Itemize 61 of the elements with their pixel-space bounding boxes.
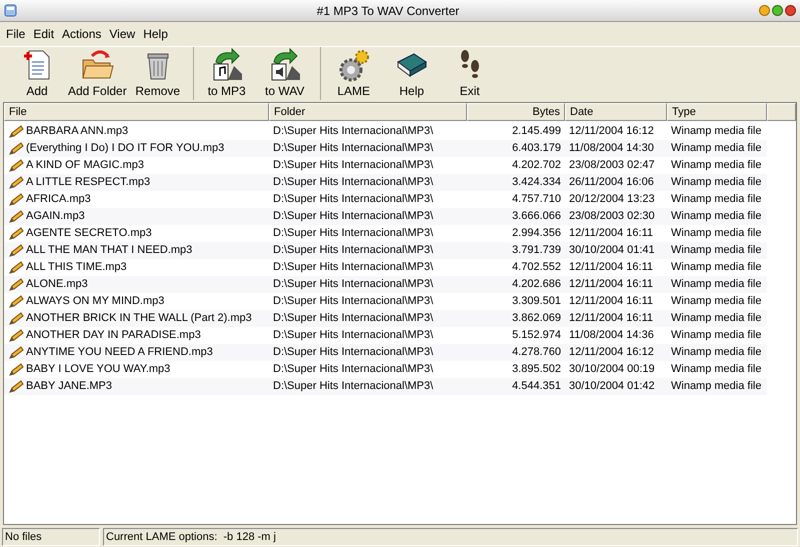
toolbar-button[interactable]: Exit [440,48,499,100]
column-header[interactable]: Bytes [467,103,565,121]
menu-item[interactable]: File [2,25,30,43]
column-header[interactable]: File [4,103,269,121]
table-cell: 3.791.739 [467,242,565,259]
toolbar-button[interactable]: Add Folder [66,48,129,100]
table-cell: ALONE.mp3 [4,276,269,293]
table-cell: 12/11/2004 16:11 [565,276,667,293]
menu-item[interactable]: Edit [29,25,58,43]
toolbar-button[interactable]: to WAV [256,48,314,100]
status-panel: No files [2,528,100,546]
table-cell: A LITTLE RESPECT.mp3 [4,174,269,191]
table-cell: D:\Super Hits Internacional\MP3\ [269,208,467,225]
status-panel: Current LAME options: -b 128 -m j [103,528,798,546]
table-cell: Winamp media file [667,378,767,395]
table-cell: D:\Super Hits Internacional\MP3\ [269,310,467,327]
column-header[interactable]: Date [565,103,667,121]
toolbar-button[interactable]: Add [8,48,66,100]
table-cell: 4.544.351 [467,378,565,395]
table-cell: 12/11/2004 16:11 [565,310,667,327]
table-cell: 23/08/2003 02:30 [565,208,667,225]
table-cell: 26/11/2004 16:06 [565,174,667,191]
table-cell: D:\Super Hits Internacional\MP3\ [269,276,467,293]
table-cell: BABY JANE.MP3 [4,378,269,395]
table-cell: D:\Super Hits Internacional\MP3\ [269,344,467,361]
column-header[interactable]: Folder [269,103,467,121]
table-cell: 4.278.760 [467,344,565,361]
table-cell: 30/10/2004 01:41 [565,242,667,259]
table-cell: AGAIN.mp3 [4,208,269,225]
table-cell: Winamp media file [667,208,767,225]
table-cell: 3.424.334 [467,174,565,191]
table-cell: ANYTIME YOU NEED A FRIEND.mp3 [4,344,269,361]
table-cell: 4.202.686 [467,276,565,293]
table-cell: D:\Super Hits Internacional\MP3\ [269,174,467,191]
table-cell: D:\Super Hits Internacional\MP3\ [269,378,467,395]
menu-item[interactable]: Help [139,25,172,43]
table-cell: 3.862.069 [467,310,565,327]
table-cell: (Everything I Do) I DO IT FOR YOU.mp3 [4,140,269,157]
window-title: #1 MP3 To WAV Converter [316,2,460,20]
toolbar-button[interactable]: to MP3 [198,48,256,100]
menu-item[interactable]: Actions [58,25,106,43]
table-cell: Winamp media file [667,310,767,327]
table-cell: Winamp media file [667,174,767,191]
toolbar-button[interactable]: Remove [128,48,187,100]
table-cell: 30/10/2004 01:42 [565,378,667,395]
table-cell: Winamp media file [667,344,767,361]
table-cell: Winamp media file [667,276,767,293]
toolbar-button[interactable]: LAME [324,48,383,100]
table-cell: 11/08/2004 14:30 [565,140,667,157]
table-cell: Winamp media file [667,242,767,259]
toolbar-button[interactable]: Help [382,48,441,100]
table-cell: 12/11/2004 16:12 [565,344,667,361]
column-header[interactable]: Type [667,103,767,121]
table-cell: Winamp media file [667,140,767,157]
table-cell: 3.666.066 [467,208,565,225]
menu-item[interactable]: View [105,25,140,43]
table-cell: D:\Super Hits Internacional\MP3\ [269,242,467,259]
table-cell: D:\Super Hits Internacional\MP3\ [269,140,467,157]
table-cell: ANOTHER BRICK IN THE WALL (Part 2).mp3 [4,310,269,327]
table-cell: ALL THE MAN THAT I NEED.mp3 [4,242,269,259]
table-cell: 6.403.179 [467,140,565,157]
